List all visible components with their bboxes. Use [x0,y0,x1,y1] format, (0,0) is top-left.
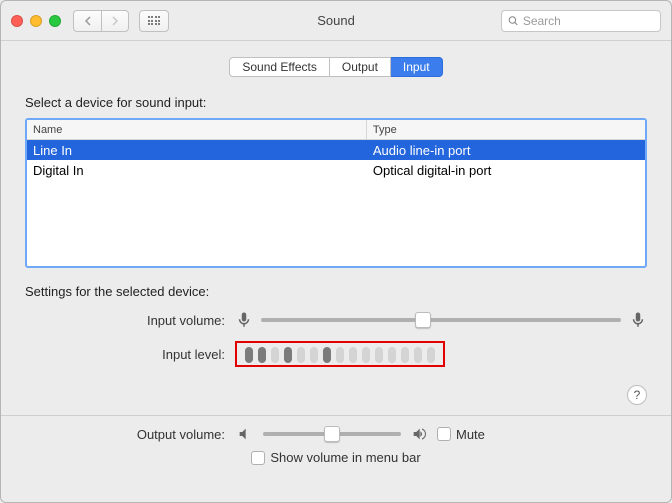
level-bar [297,347,305,363]
input-level-label: Input level: [25,347,235,362]
zoom-window-button[interactable] [49,15,61,27]
tabs: Sound Effects Output Input [25,57,647,77]
input-volume-slider[interactable] [261,318,621,322]
speaker-low-icon [235,426,255,442]
col-name-header[interactable]: Name [27,120,367,139]
content: Sound Effects Output Input Select a devi… [1,41,671,502]
tab-sound-effects[interactable]: Sound Effects [229,57,330,77]
device-row[interactable]: Line InAudio line-in port [27,140,645,160]
level-bar [245,347,253,363]
mic-low-icon [235,311,253,329]
device-type: Optical digital-in port [367,160,645,180]
input-device-list[interactable]: Name Type Line InAudio line-in portDigit… [25,118,647,268]
col-type-header[interactable]: Type [367,120,645,139]
traffic-lights [11,15,61,27]
slider-thumb[interactable] [415,312,431,328]
device-type: Audio line-in port [367,140,645,160]
level-bar [258,347,266,363]
show-volume-menubar-checkbox[interactable]: Show volume in menu bar [251,450,420,465]
show-volume-label: Show volume in menu bar [270,450,420,465]
input-volume-label: Input volume: [25,313,235,328]
level-bar [284,347,292,363]
device-name: Digital In [27,160,367,180]
grid-icon [148,16,161,25]
slider-thumb[interactable] [324,426,340,442]
chevron-right-icon [112,16,119,26]
mute-label: Mute [456,427,485,442]
settings-heading: Settings for the selected device: [25,284,647,299]
search-icon [508,15,519,27]
chevron-left-icon [84,16,91,26]
output-volume-label: Output volume: [25,427,235,442]
minimize-window-button[interactable] [30,15,42,27]
close-window-button[interactable] [11,15,23,27]
separator [1,415,671,416]
device-name: Line In [27,140,367,160]
search-field[interactable] [501,10,661,32]
device-row[interactable]: Digital InOptical digital-in port [27,160,645,180]
checkbox-icon [251,451,265,465]
mic-high-icon [629,311,647,329]
help-button[interactable]: ? [627,385,647,405]
titlebar: Sound [1,1,671,41]
back-button[interactable] [73,10,101,32]
level-bar [414,347,422,363]
level-bar [362,347,370,363]
level-bar [401,347,409,363]
forward-button[interactable] [101,10,129,32]
tab-output[interactable]: Output [330,57,391,77]
output-volume-slider[interactable] [263,432,401,436]
mute-checkbox[interactable]: Mute [437,427,647,442]
level-bar [427,347,435,363]
level-bar [375,347,383,363]
level-bar [336,347,344,363]
input-level-meter [235,341,445,367]
show-all-button[interactable] [139,10,169,32]
sound-prefpane-window: Sound Sound Effects Output Input Select … [0,0,672,503]
level-bar [388,347,396,363]
checkbox-icon [437,427,451,441]
level-bar [349,347,357,363]
list-header: Name Type [27,120,645,140]
search-input[interactable] [523,14,660,28]
speaker-high-icon [409,426,429,442]
level-bar [310,347,318,363]
tab-input[interactable]: Input [391,57,443,77]
input-device-heading: Select a device for sound input: [25,95,647,110]
nav-buttons [73,10,129,32]
level-bar [323,347,331,363]
level-bar [271,347,279,363]
